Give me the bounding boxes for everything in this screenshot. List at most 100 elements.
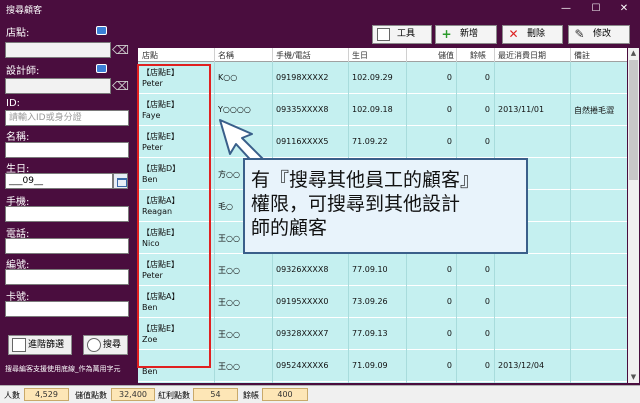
- table-row[interactable]: 【店點E】 Peter K○○ 09198XXXX2 102.09.29 0 0: [138, 63, 627, 94]
- phone-input[interactable]: [5, 238, 129, 254]
- pencil-icon: ✎: [574, 27, 585, 41]
- store-label: 店點:: [6, 28, 30, 39]
- callout-line-3: 師的顧客: [251, 217, 328, 239]
- cell-balance: 0: [484, 329, 490, 338]
- cell-stored: 0: [446, 297, 452, 306]
- delete-button[interactable]: ✕ 刪除: [502, 25, 563, 44]
- delete-label: 刪除: [527, 29, 546, 39]
- store-picker-icon[interactable]: [96, 26, 107, 35]
- callout-line-1: 有『搜尋其他員工的顧客』: [251, 169, 480, 191]
- edit-label: 修改: [593, 29, 612, 39]
- table-row[interactable]: 【店點E】 Zoe 王○○ 09328XXXX7 77.09.13 0 0: [138, 319, 627, 350]
- id-input[interactable]: 請輸入ID或身分證: [5, 110, 129, 126]
- table-row[interactable]: 【店點E】 Faye Y○○○○ 09335XXXX8 102.09.18 0 0 2013/…: [138, 95, 627, 126]
- col-balance[interactable]: 餘帳: [470, 50, 486, 61]
- cell-name: 王○○: [218, 266, 240, 275]
- id-label: ID:: [6, 98, 21, 109]
- col-birthday[interactable]: 生日: [352, 50, 368, 61]
- cell-name: K○○: [218, 73, 238, 82]
- col-store[interactable]: 店點: [142, 50, 158, 61]
- cell-phone: 09116XXXX5: [276, 137, 329, 146]
- cell-name: 王○○: [218, 362, 240, 371]
- table-header: 店點 名稱 手機/電話 生日 儲值 餘帳 最近消費日期 備註: [138, 48, 627, 62]
- name-label: 名稱:: [6, 132, 30, 143]
- plus-icon: +: [441, 27, 452, 41]
- col-name[interactable]: 名稱: [218, 50, 234, 61]
- minimize-button[interactable]: —: [554, 1, 578, 17]
- table-row[interactable]: Ben 王○○ 09524XXXX6 71.09.09 0 0 2013/12/04: [138, 351, 627, 382]
- filter-icon: [12, 337, 26, 352]
- scroll-thumb[interactable]: [629, 60, 638, 180]
- cell-stored: 0: [446, 105, 452, 114]
- search-button-label: 搜尋: [103, 340, 122, 350]
- table-row[interactable]: 【店點A】 Ben 王○○ 09195XXXX0 73.09.26 0 0: [138, 287, 627, 318]
- calendar-icon[interactable]: [113, 173, 128, 189]
- col-phone[interactable]: 手機/電話: [276, 50, 311, 61]
- scroll-up-icon[interactable]: ▲: [628, 48, 639, 59]
- cell-balance: 0: [484, 265, 490, 274]
- mobile-input[interactable]: [5, 206, 129, 222]
- cell-name: 毛○: [218, 202, 233, 211]
- stored-points-label: 儲值點數: [75, 391, 107, 400]
- cell-stored: 0: [446, 137, 452, 146]
- cell-balance: 0: [484, 297, 490, 306]
- cell-birthday: 71.09.09: [352, 361, 388, 370]
- tools-button[interactable]: 工具: [372, 25, 432, 44]
- clear-store-icon[interactable]: ⌫: [112, 42, 129, 58]
- designer-input[interactable]: [5, 78, 111, 94]
- search-sidebar: 店點: ⌫ 設計師: ⌫ ID: 請輸入ID或身分證 名稱: 生日: ___09…: [0, 18, 136, 385]
- cell-note: 自然捲毛澀: [574, 106, 614, 115]
- cell-balance: 0: [484, 73, 490, 82]
- cell-balance: 0: [484, 105, 490, 114]
- cell-stored: 0: [446, 329, 452, 338]
- add-button[interactable]: + 新增: [435, 25, 497, 44]
- tools-label: 工具: [397, 29, 416, 39]
- designer-picker-icon[interactable]: [96, 64, 107, 73]
- card-input[interactable]: [5, 301, 129, 317]
- cell-birthday: 71.09.22: [352, 137, 388, 146]
- cell-phone: 09326XXXX8: [276, 265, 329, 274]
- cell-stored: 0: [446, 361, 452, 370]
- title-bar: 搜尋顧客 — ☐ ✕: [0, 0, 640, 18]
- cell-name: 王○○: [218, 330, 240, 339]
- col-note[interactable]: 備註: [574, 50, 590, 61]
- cell-phone: 09195XXXX0: [276, 297, 329, 306]
- number-input[interactable]: [5, 269, 129, 285]
- cell-balance: 0: [484, 137, 490, 146]
- search-button[interactable]: 搜尋: [83, 335, 128, 355]
- delete-x-icon: ✕: [508, 27, 519, 41]
- cell-birthday: 77.09.13: [352, 329, 388, 338]
- edit-button[interactable]: ✎ 修改: [568, 25, 630, 44]
- store-input[interactable]: [5, 42, 111, 58]
- cell-birthday: 102.09.18: [352, 105, 393, 114]
- vertical-scrollbar[interactable]: ▲ ▼: [628, 48, 639, 383]
- advanced-filter-button[interactable]: 進階篩選: [8, 335, 72, 355]
- close-button[interactable]: ✕: [612, 1, 636, 17]
- cell-phone: 09328XXXX7: [276, 329, 329, 338]
- col-stored[interactable]: 儲值: [438, 50, 454, 61]
- col-last-visit[interactable]: 最近消費日期: [498, 50, 546, 61]
- status-bar: 人數 4,529 儲值點數 32,400 紅利點數 54 餘帳 400: [0, 385, 640, 403]
- toolbar: 工具 + 新增 ✕ 刪除 ✎ 修改: [137, 18, 640, 46]
- cell-balance: 0: [484, 361, 490, 370]
- cell-stored: 0: [446, 73, 452, 82]
- table-row[interactable]: 【店點E】 Peter 王○○ 09326XXXX8 77.09.10 0 0: [138, 255, 627, 286]
- maximize-button[interactable]: ☐: [584, 1, 608, 17]
- clear-designer-icon[interactable]: ⌫: [112, 78, 129, 94]
- cell-stored: 0: [446, 265, 452, 274]
- balance-value: 400: [262, 388, 308, 401]
- cell-designer: Ben: [142, 367, 158, 376]
- table-row[interactable]: 【店點E】 Peter 09116XXXX5 71.09.22 0 0: [138, 127, 627, 158]
- annotation-callout: 有『搜尋其他員工的顧客』 權限，可搜尋到其他設計 師的顧客: [243, 158, 528, 254]
- scroll-down-icon[interactable]: ▼: [628, 372, 639, 383]
- magnifier-icon: [87, 337, 101, 352]
- stored-points-value: 32,400: [111, 388, 155, 401]
- name-input[interactable]: [5, 142, 129, 158]
- cell-phone: 09335XXXX8: [276, 105, 329, 114]
- callout-line-2: 權限，可搜尋到其他設計: [251, 193, 461, 215]
- people-count-value: 4,529: [24, 388, 69, 401]
- birthday-input[interactable]: ___09__: [5, 173, 113, 189]
- cell-birthday: 77.09.10: [352, 265, 388, 274]
- cell-birthday: 102.09.29: [352, 73, 393, 82]
- people-count-label: 人數: [4, 391, 20, 400]
